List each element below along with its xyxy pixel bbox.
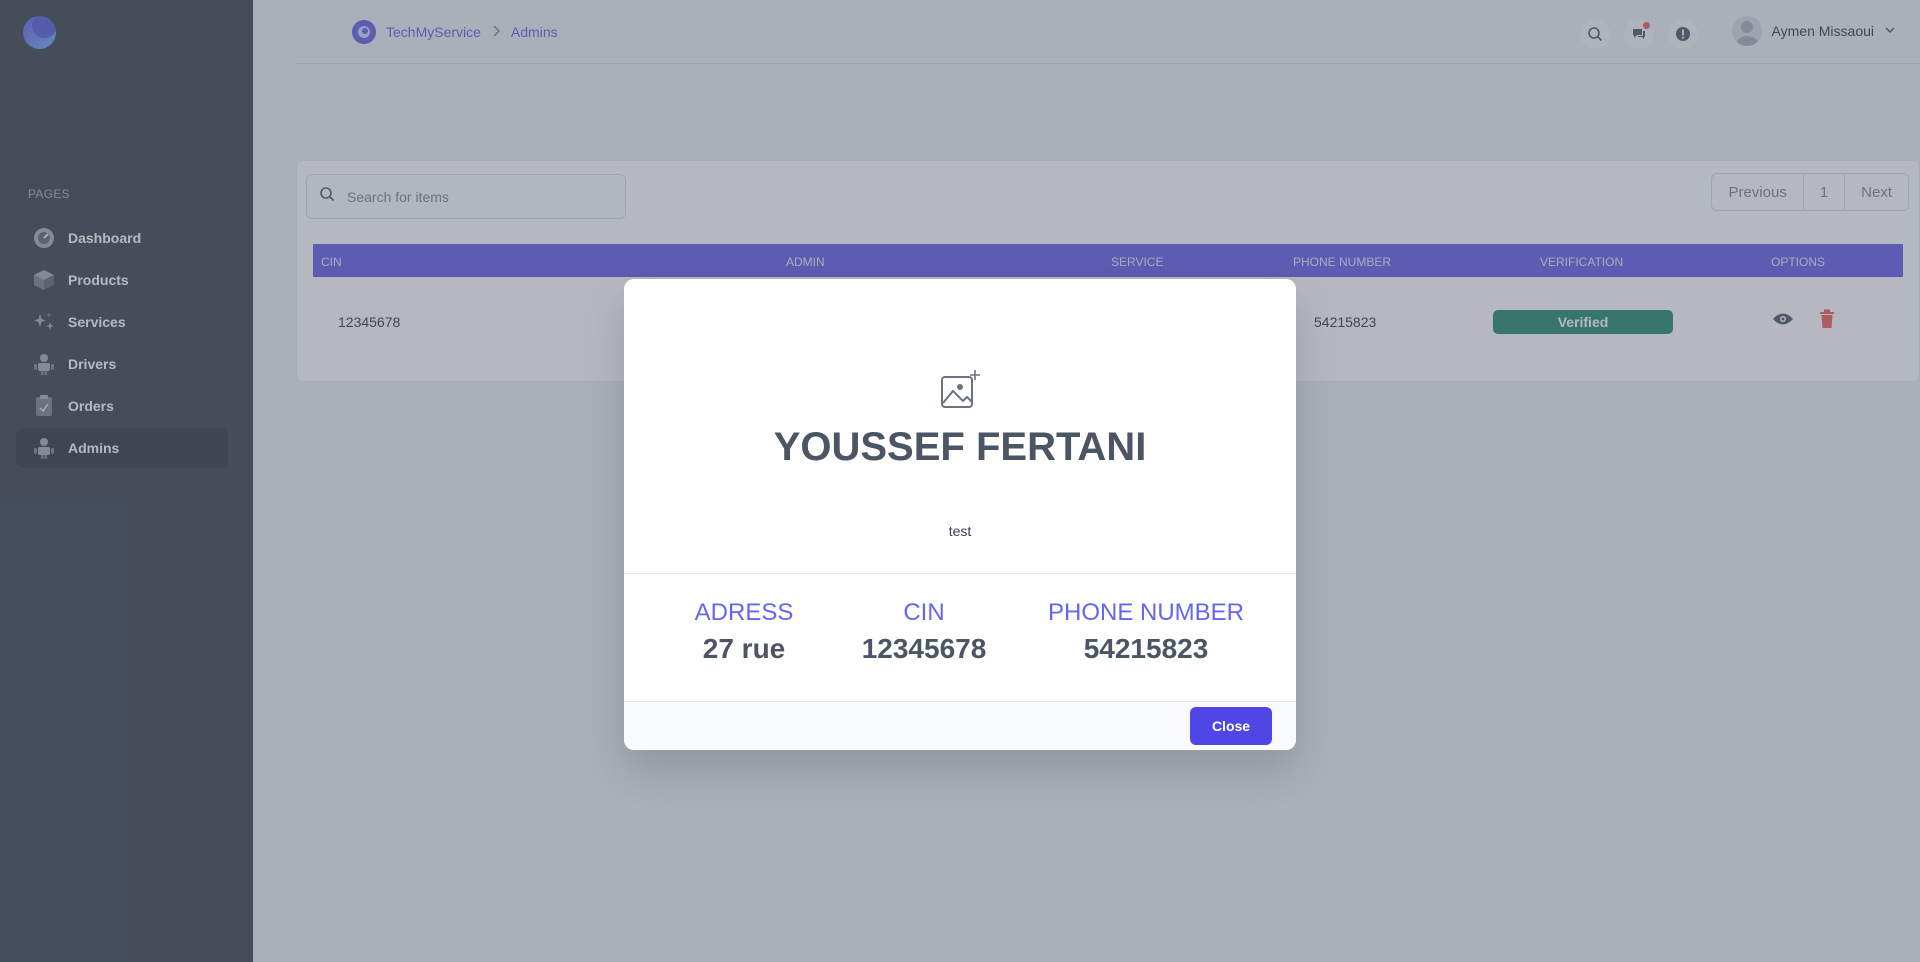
stat-label: ADRESS bbox=[694, 599, 794, 626]
close-button[interactable]: Close bbox=[1190, 707, 1272, 745]
stat-label: CIN bbox=[903, 599, 945, 626]
stat-address: ADRESS 27 rue bbox=[664, 599, 824, 665]
modal-footer: Close bbox=[624, 701, 1296, 750]
stat-value: 54215823 bbox=[1083, 633, 1209, 664]
stat-value: 12345678 bbox=[861, 633, 987, 664]
admin-name: YOUSSEF FERTANI bbox=[773, 425, 1147, 469]
stat-cin: CIN 12345678 bbox=[844, 599, 1004, 665]
divider bbox=[624, 573, 1296, 574]
stat-value: 27 rue bbox=[702, 633, 786, 664]
stat-label: PHONE NUMBER bbox=[1047, 599, 1245, 626]
admin-details-modal: YOUSSEF FERTANI test ADRESS 27 rue CIN 1… bbox=[624, 279, 1296, 750]
stat-phone-number: PHONE NUMBER 54215823 bbox=[1036, 599, 1256, 665]
add-image-icon bbox=[940, 369, 982, 414]
admin-subtitle: test bbox=[948, 523, 972, 539]
